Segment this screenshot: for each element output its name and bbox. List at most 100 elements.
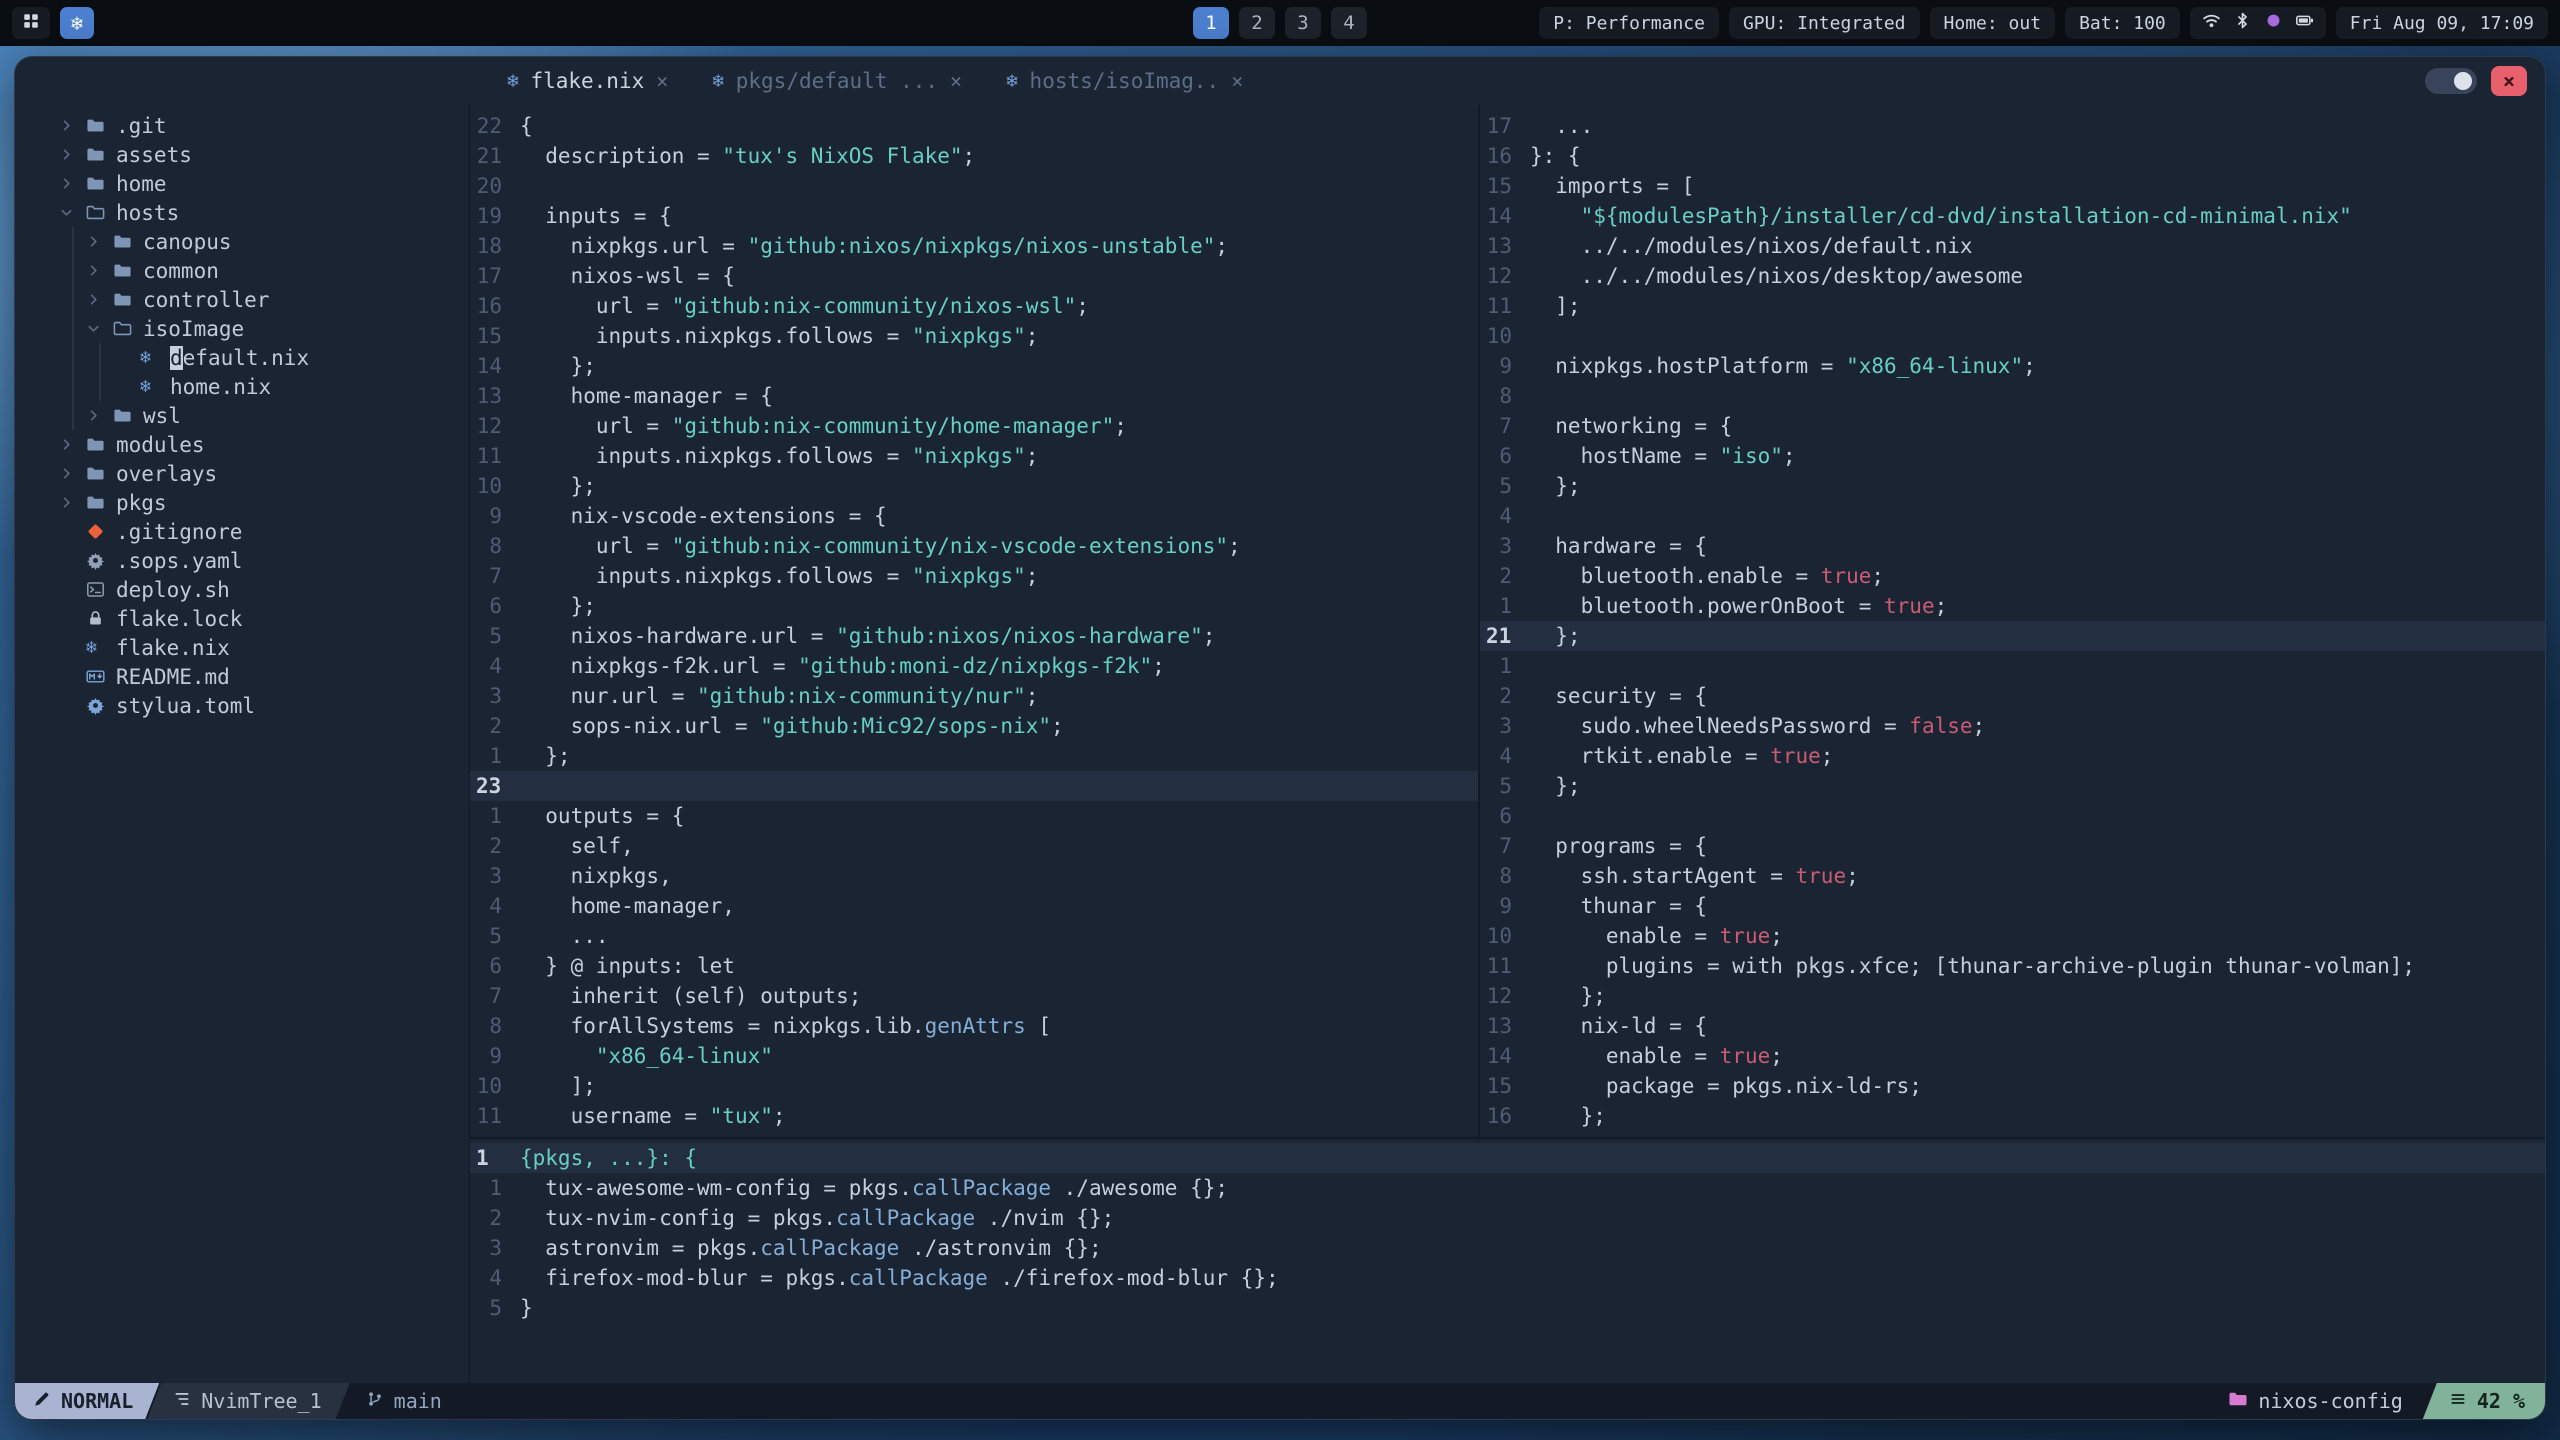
code-line[interactable]: 1 bbox=[1480, 651, 2545, 681]
code-line[interactable]: 9 "x86_64-linux" bbox=[470, 1041, 1478, 1071]
code-line[interactable]: 14 "${modulesPath}/installer/cd-dvd/inst… bbox=[1480, 201, 2545, 231]
code-line[interactable]: 3 sudo.wheelNeedsPassword = false; bbox=[1480, 711, 2545, 741]
code-line[interactable]: 11 inputs.nixpkgs.follows = "nixpkgs"; bbox=[470, 441, 1478, 471]
code-line[interactable]: 6 bbox=[1480, 801, 2545, 831]
tree-item[interactable]: controller bbox=[15, 285, 469, 314]
tree-item[interactable]: deploy.sh bbox=[15, 575, 469, 604]
close-icon[interactable]: × bbox=[1231, 69, 1243, 93]
code-line[interactable]: 2 self, bbox=[470, 831, 1478, 861]
code-line[interactable]: 21 }; bbox=[1480, 621, 2545, 651]
tree-item[interactable]: .git bbox=[15, 111, 469, 140]
chevron-right-icon[interactable] bbox=[59, 147, 86, 162]
code-line[interactable]: 22 { bbox=[470, 111, 1478, 141]
code-line[interactable]: 1 bluetooth.powerOnBoot = true; bbox=[1480, 591, 2545, 621]
tree-item[interactable]: .sops.yaml bbox=[15, 546, 469, 575]
chevron-right-icon[interactable] bbox=[59, 495, 86, 510]
tab-pkgs-default-nix[interactable]: ❄ pkgs/default ... × bbox=[690, 57, 984, 105]
code-line[interactable]: 5 ... bbox=[470, 921, 1478, 951]
tree-item[interactable]: stylua.toml bbox=[15, 691, 469, 720]
code-line[interactable]: 12 }; bbox=[1480, 981, 2545, 1011]
code-line[interactable]: 13 nix-ld = { bbox=[1480, 1011, 2545, 1041]
code-line[interactable]: 3 nur.url = "github:nix-community/nur"; bbox=[470, 681, 1478, 711]
chevron-down-icon[interactable] bbox=[59, 205, 86, 220]
code-line[interactable]: 4 bbox=[1480, 501, 2545, 531]
code-line[interactable]: 13 home-manager = { bbox=[470, 381, 1478, 411]
code-line[interactable]: 5 nixos-hardware.url = "github:nixos/nix… bbox=[470, 621, 1478, 651]
code-line[interactable]: 12 ../../modules/nixos/desktop/awesome bbox=[1480, 261, 2545, 291]
tab-flake-nix[interactable]: ❄ flake.nix × bbox=[485, 57, 690, 105]
tree-item[interactable]: ❄ default.nix bbox=[15, 343, 469, 372]
code-line[interactable]: 15 package = pkgs.nix-ld-rs; bbox=[1480, 1071, 2545, 1101]
chevron-right-icon[interactable] bbox=[86, 408, 113, 423]
chevron-right-icon[interactable] bbox=[59, 176, 86, 191]
chevron-down-icon[interactable] bbox=[86, 321, 113, 336]
code-line[interactable]: 11 plugins = with pkgs.xfce; [thunar-arc… bbox=[1480, 951, 2545, 981]
code-line[interactable]: 16 url = "github:nix-community/nixos-wsl… bbox=[470, 291, 1478, 321]
editor-pkgs-default-nix[interactable]: 1 {pkgs, ...}: {1 tux-awesome-wm-config =… bbox=[470, 1139, 2545, 1323]
workspace-4[interactable]: 4 bbox=[1331, 7, 1367, 39]
code-line[interactable]: 8 ssh.startAgent = true; bbox=[1480, 861, 2545, 891]
code-line[interactable]: 23 bbox=[470, 771, 1478, 801]
code-line[interactable]: 6 }; bbox=[470, 591, 1478, 621]
chevron-right-icon[interactable] bbox=[59, 437, 86, 452]
code-line[interactable]: 7 inputs.nixpkgs.follows = "nixpkgs"; bbox=[470, 561, 1478, 591]
tree-item[interactable]: modules bbox=[15, 430, 469, 459]
chevron-right-icon[interactable] bbox=[59, 118, 86, 133]
tree-item[interactable]: pkgs bbox=[15, 488, 469, 517]
code-line[interactable]: 7 programs = { bbox=[1480, 831, 2545, 861]
chevron-right-icon[interactable] bbox=[59, 466, 86, 481]
editor-iso-default-nix[interactable]: 17 ... 16}: {15 imports = [14 "${modulesP… bbox=[1480, 105, 2545, 1137]
code-line[interactable]: 9 nix-vscode-extensions = { bbox=[470, 501, 1478, 531]
code-line[interactable]: 5 }; bbox=[1480, 771, 2545, 801]
code-line[interactable]: 7 inherit (self) outputs; bbox=[470, 981, 1478, 1011]
editor-flake-nix[interactable]: 22{21 description = "tux's NixOS Flake";… bbox=[470, 105, 1478, 1137]
tree-item[interactable]: canopus bbox=[15, 227, 469, 256]
code-line[interactable]: 3 nixpkgs, bbox=[470, 861, 1478, 891]
chevron-right-icon[interactable] bbox=[86, 292, 113, 307]
code-line[interactable]: 13 ../../modules/nixos/default.nix bbox=[1480, 231, 2545, 261]
code-line[interactable]: 17 nixos-wsl = { bbox=[470, 261, 1478, 291]
code-line[interactable]: 3 astronvim = pkgs.callPackage ./astronv… bbox=[470, 1233, 2545, 1263]
code-line[interactable]: 18 nixpkgs.url = "github:nixos/nixpkgs/n… bbox=[470, 231, 1478, 261]
code-line[interactable]: 6 hostName = "iso"; bbox=[1480, 441, 2545, 471]
code-line[interactable]: 8 url = "github:nix-community/nix-vscode… bbox=[470, 531, 1478, 561]
code-line[interactable]: 14 }; bbox=[470, 351, 1478, 381]
close-window-button[interactable]: × bbox=[2491, 66, 2527, 96]
code-line[interactable]: 2 security = { bbox=[1480, 681, 2545, 711]
code-line[interactable]: 4 nixpkgs-f2k.url = "github:moni-dz/nixp… bbox=[470, 651, 1478, 681]
code-line[interactable]: 4 firefox-mod-blur = pkgs.callPackage ./… bbox=[470, 1263, 2545, 1293]
tree-item[interactable]: flake.lock bbox=[15, 604, 469, 633]
tree-item[interactable]: README.md bbox=[15, 662, 469, 691]
code-line[interactable]: 9 nixpkgs.hostPlatform = "x86_64-linux"; bbox=[1480, 351, 2545, 381]
chevron-right-icon[interactable] bbox=[86, 263, 113, 278]
code-line[interactable]: 1 outputs = { bbox=[470, 801, 1478, 831]
code-line[interactable]: 17 ... bbox=[1480, 111, 2545, 141]
toggle-icon[interactable] bbox=[2425, 68, 2477, 94]
tree-item[interactable]: home bbox=[15, 169, 469, 198]
code-line[interactable]: 4 rtkit.enable = true; bbox=[1480, 741, 2545, 771]
workspace-3[interactable]: 3 bbox=[1285, 7, 1321, 39]
code-line[interactable]: 2 sops-nix.url = "github:Mic92/sops-nix"… bbox=[470, 711, 1478, 741]
code-line[interactable]: 8 forAllSystems = nixpkgs.lib.genAttrs [ bbox=[470, 1011, 1478, 1041]
code-line[interactable]: 11 ]; bbox=[1480, 291, 2545, 321]
code-line[interactable]: 1 tux-awesome-wm-config = pkgs.callPacka… bbox=[470, 1173, 2545, 1203]
tree-item[interactable]: overlays bbox=[15, 459, 469, 488]
code-line[interactable]: 15 inputs.nixpkgs.follows = "nixpkgs"; bbox=[470, 321, 1478, 351]
code-line[interactable]: 4 home-manager, bbox=[470, 891, 1478, 921]
tree-item[interactable]: isoImage bbox=[15, 314, 469, 343]
code-line[interactable]: 10 enable = true; bbox=[1480, 921, 2545, 951]
code-line[interactable]: 16 }; bbox=[1480, 1101, 2545, 1131]
code-line[interactable]: 5} bbox=[470, 1293, 2545, 1323]
code-line[interactable]: 5 }; bbox=[1480, 471, 2545, 501]
code-line[interactable]: 1 {pkgs, ...}: { bbox=[470, 1143, 2545, 1173]
close-icon[interactable]: × bbox=[656, 69, 668, 93]
tree-item[interactable]: assets bbox=[15, 140, 469, 169]
code-line[interactable]: 9 thunar = { bbox=[1480, 891, 2545, 921]
code-line[interactable]: 6 } @ inputs: let bbox=[470, 951, 1478, 981]
code-line[interactable]: 2 bluetooth.enable = true; bbox=[1480, 561, 2545, 591]
chevron-right-icon[interactable] bbox=[86, 234, 113, 249]
code-line[interactable]: 19 inputs = { bbox=[470, 201, 1478, 231]
tree-item[interactable]: .gitignore bbox=[15, 517, 469, 546]
code-line[interactable]: 3 hardware = { bbox=[1480, 531, 2545, 561]
tree-item[interactable]: common bbox=[15, 256, 469, 285]
